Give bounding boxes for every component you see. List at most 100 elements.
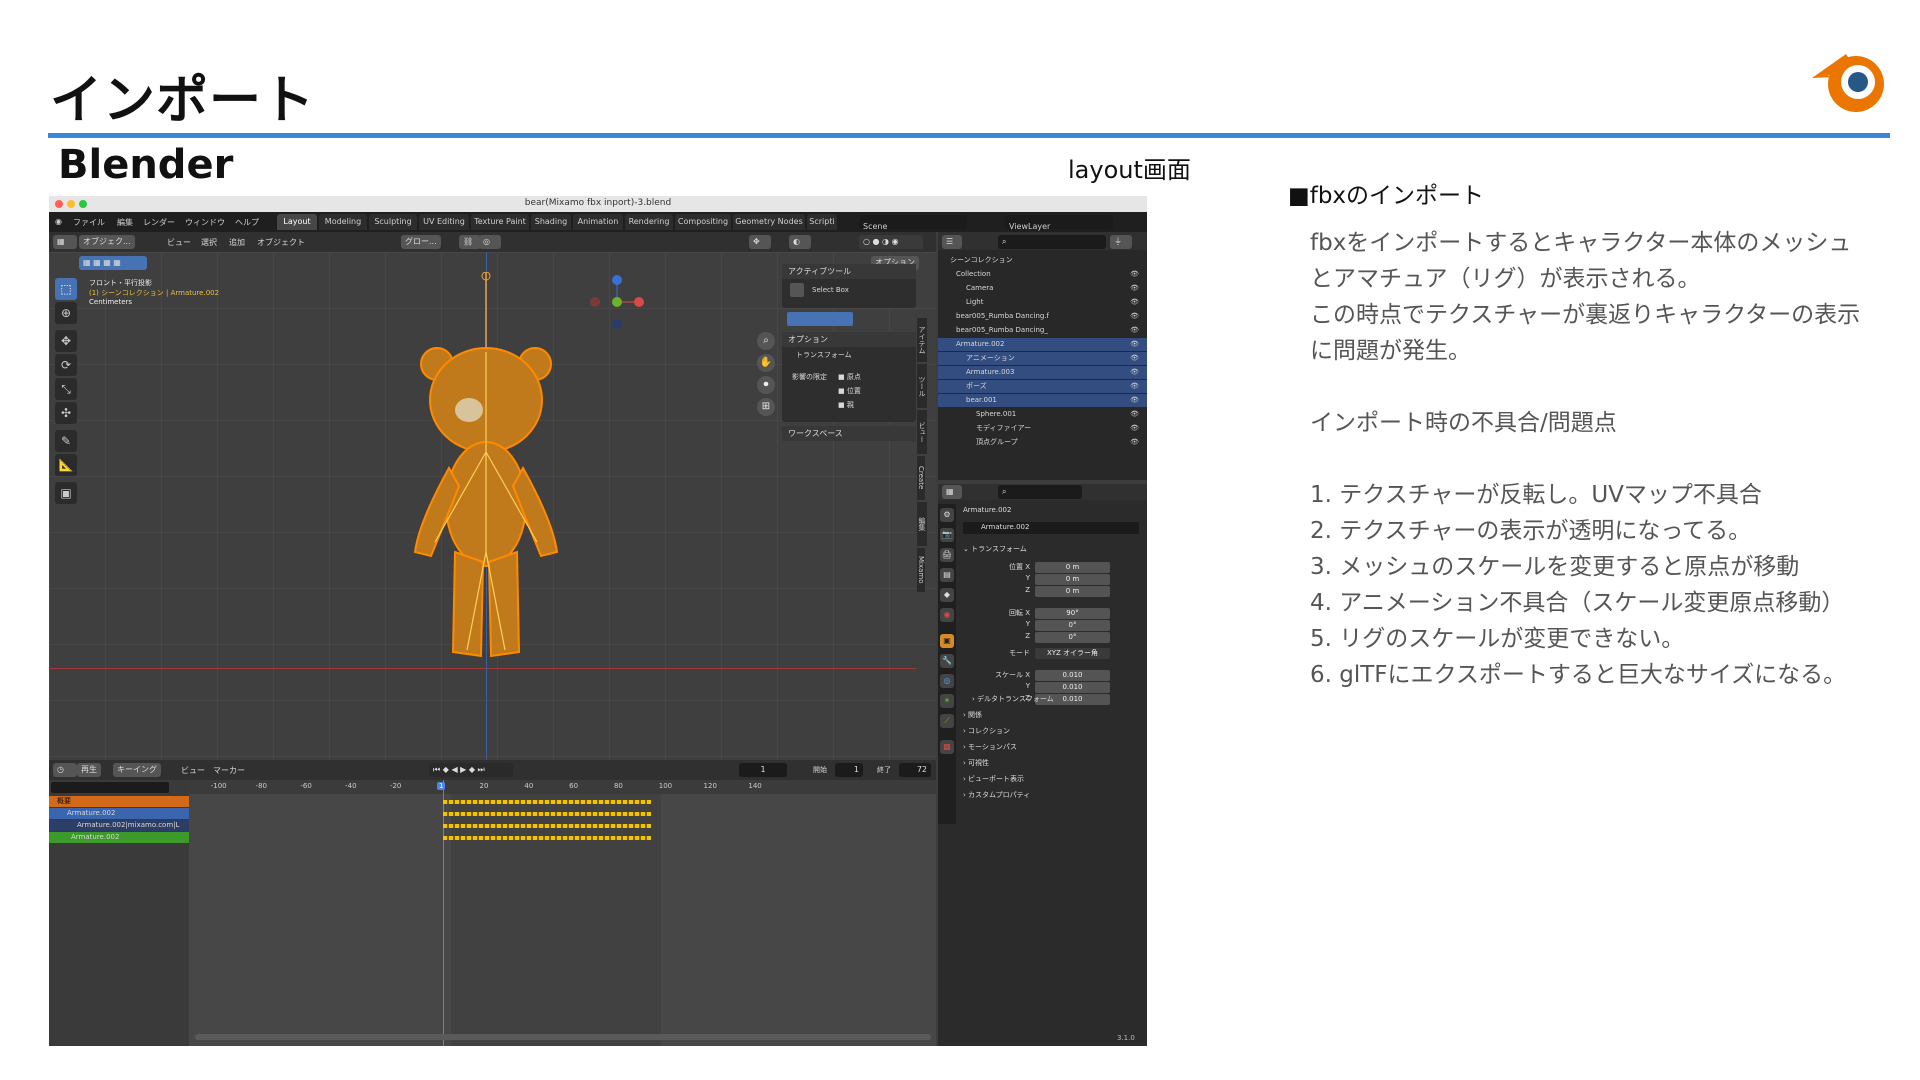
- channel-summary[interactable]: 概要: [49, 796, 189, 807]
- transform-value-field[interactable]: 0 m: [1035, 562, 1110, 573]
- move-tool-icon[interactable]: ✥: [55, 330, 77, 352]
- outliner-type-icon[interactable]: ☰: [942, 235, 962, 249]
- keying-menu[interactable]: キーイング: [113, 763, 161, 777]
- outliner-row[interactable]: ポーズ 👁: [938, 380, 1147, 393]
- tab-scripting[interactable]: Scripti: [807, 214, 837, 230]
- outliner-row[interactable]: Collection 👁: [938, 268, 1147, 281]
- transform-value-field[interactable]: 90°: [1035, 608, 1110, 619]
- properties-search-input[interactable]: ⌕: [998, 485, 1082, 499]
- measure-tool-icon[interactable]: 📐: [55, 454, 77, 476]
- rotation-mode-dropdown[interactable]: XYZ オイラー角: [1035, 648, 1110, 659]
- zoom-icon[interactable]: ⌕: [757, 332, 775, 350]
- affect-origins-checkbox[interactable]: ■ 原点: [838, 372, 861, 382]
- outliner-search-input[interactable]: ⌕: [998, 235, 1106, 249]
- keyframe-row[interactable]: [443, 800, 651, 804]
- filter-icon[interactable]: ⏚: [1110, 235, 1132, 249]
- properties-section-header[interactable]: › ビューポート表示: [963, 774, 1024, 784]
- outliner-row[interactable]: bear005_Rumba Dancing_ 👁: [938, 324, 1147, 337]
- visibility-eye-icon[interactable]: 👁: [1130, 380, 1139, 393]
- viewport-menu-view[interactable]: ビュー: [167, 237, 191, 248]
- bone-props-icon[interactable]: ⟋: [940, 714, 954, 728]
- physics-props-icon[interactable]: ◎: [940, 674, 954, 688]
- properties-type-icon[interactable]: ▦: [942, 485, 962, 499]
- visibility-eye-icon[interactable]: 👁: [1130, 352, 1139, 365]
- transform-value-field[interactable]: 0°: [1035, 620, 1110, 631]
- menu-window[interactable]: ウィンドウ: [185, 217, 225, 228]
- rotate-tool-icon[interactable]: ⟳: [55, 354, 77, 376]
- sidebar-tab-item[interactable]: アイテム: [917, 318, 927, 362]
- tool-props-icon[interactable]: ⚙: [940, 508, 954, 522]
- gizmo-toggle-icon[interactable]: ✥: [749, 235, 771, 249]
- overlay-toggle-icon[interactable]: ◐: [789, 235, 811, 249]
- visibility-eye-icon[interactable]: 👁: [1130, 338, 1139, 351]
- visibility-eye-icon[interactable]: 👁: [1130, 366, 1139, 379]
- sidebar-tab-view[interactable]: ビュー: [917, 410, 927, 454]
- transform-value-field[interactable]: 0.010: [1035, 682, 1110, 693]
- blender-menu-icon[interactable]: ◉: [55, 217, 62, 226]
- menu-render[interactable]: レンダー: [143, 217, 175, 228]
- timeline-scrollbar[interactable]: [195, 1034, 931, 1040]
- visibility-eye-icon[interactable]: 👁: [1130, 268, 1139, 281]
- select-mode-buttons[interactable]: ▦ ▦ ▦ ▦: [79, 256, 147, 270]
- outliner-row[interactable]: Camera 👁: [938, 282, 1147, 295]
- armature-data-icon[interactable]: ✶: [940, 694, 954, 708]
- tab-shading[interactable]: Shading: [531, 214, 571, 230]
- outliner-row[interactable]: Armature.003 👁: [938, 366, 1147, 379]
- visibility-eye-icon[interactable]: 👁: [1130, 324, 1139, 337]
- outliner-row[interactable]: Armature.002 👁: [938, 338, 1147, 351]
- outliner-row[interactable]: 頂点グループ 👁: [938, 436, 1147, 449]
- texture-props-icon[interactable]: ▩: [940, 740, 954, 754]
- keyframe-row[interactable]: [443, 824, 651, 828]
- playback-controls[interactable]: ⏮ ◆ ◀ ▶ ◆ ⏭: [429, 763, 513, 777]
- affect-parents-checkbox[interactable]: ■ 親: [838, 400, 854, 410]
- visibility-eye-icon[interactable]: 👁: [1130, 310, 1139, 323]
- sidebar-tab-mixamo[interactable]: Mixamo: [917, 548, 925, 592]
- add-cube-tool-icon[interactable]: ▣: [55, 482, 77, 504]
- tab-sculpting[interactable]: Sculpting: [369, 214, 417, 230]
- tab-compositing[interactable]: Compositing: [675, 214, 731, 230]
- transform-value-field[interactable]: 0.010: [1035, 670, 1110, 681]
- outliner-row[interactable]: bear.001 👁: [938, 394, 1147, 407]
- properties-section-header[interactable]: › 可視性: [963, 758, 989, 768]
- playhead-line[interactable]: [443, 780, 444, 1046]
- select-box-tool-icon[interactable]: ⬚: [55, 278, 77, 300]
- world-props-icon[interactable]: ◉: [940, 608, 954, 622]
- tab-geometry-nodes[interactable]: Geometry Nodes: [733, 214, 805, 230]
- keyframe-row[interactable]: [443, 812, 651, 816]
- outliner-root[interactable]: シーンコレクション: [938, 254, 1147, 267]
- object-name-field[interactable]: Armature.002: [963, 522, 1139, 534]
- frame-ruler[interactable]: -100 -80 -60 -40 -20 1 20 40 60 80 100 120 140: [189, 780, 936, 794]
- tab-modeling[interactable]: Modeling: [319, 214, 367, 230]
- camera-view-icon[interactable]: ⏺: [757, 376, 775, 394]
- outliner-row[interactable]: bear005_Rumba Dancing.f 👁: [938, 310, 1147, 323]
- properties-section-header[interactable]: › 関係: [963, 710, 982, 720]
- keyframe-row[interactable]: [443, 836, 651, 840]
- tab-animation[interactable]: Animation: [573, 214, 623, 230]
- menu-file[interactable]: ファイル: [73, 217, 105, 228]
- timeline-type-icon[interactable]: ◷: [53, 763, 77, 777]
- outliner-row[interactable]: モディファイアー 👁: [938, 422, 1147, 435]
- visibility-eye-icon[interactable]: 👁: [1130, 394, 1139, 407]
- transform-value-field[interactable]: 0°: [1035, 632, 1110, 643]
- workspace-header[interactable]: ワークスペース: [782, 426, 916, 441]
- channel-action[interactable]: Armature.002|mixamo.com|L: [49, 820, 189, 831]
- tab-layout[interactable]: Layout: [277, 214, 317, 230]
- pan-hand-icon[interactable]: ✋: [757, 354, 775, 372]
- editor-type-button[interactable]: ▦: [53, 235, 77, 249]
- outliner-row[interactable]: アニメーション 👁: [938, 352, 1147, 365]
- select-box-icon[interactable]: [790, 283, 804, 297]
- bear-character-mesh[interactable]: [409, 272, 569, 692]
- channel-search-input[interactable]: [51, 782, 169, 793]
- visibility-eye-icon[interactable]: 👁: [1130, 296, 1139, 309]
- shading-modes[interactable]: ○ ● ◑ ◉: [859, 235, 923, 249]
- scene-selector[interactable]: Scene: [859, 215, 967, 231]
- modifier-props-icon[interactable]: 🔧: [940, 654, 954, 668]
- visibility-eye-icon[interactable]: 👁: [1130, 422, 1139, 435]
- menu-help[interactable]: ヘルプ: [235, 217, 259, 228]
- outliner-row[interactable]: Sphere.001 👁: [938, 408, 1147, 421]
- timeline-marker-menu[interactable]: マーカー: [213, 765, 245, 776]
- cursor-tool-icon[interactable]: ⊕: [55, 302, 77, 324]
- render-props-icon[interactable]: 📷: [940, 528, 954, 542]
- view-layer-props-icon[interactable]: ▤: [940, 568, 954, 582]
- delta-transform-header[interactable]: › デルタトランスフォーム: [972, 694, 1054, 704]
